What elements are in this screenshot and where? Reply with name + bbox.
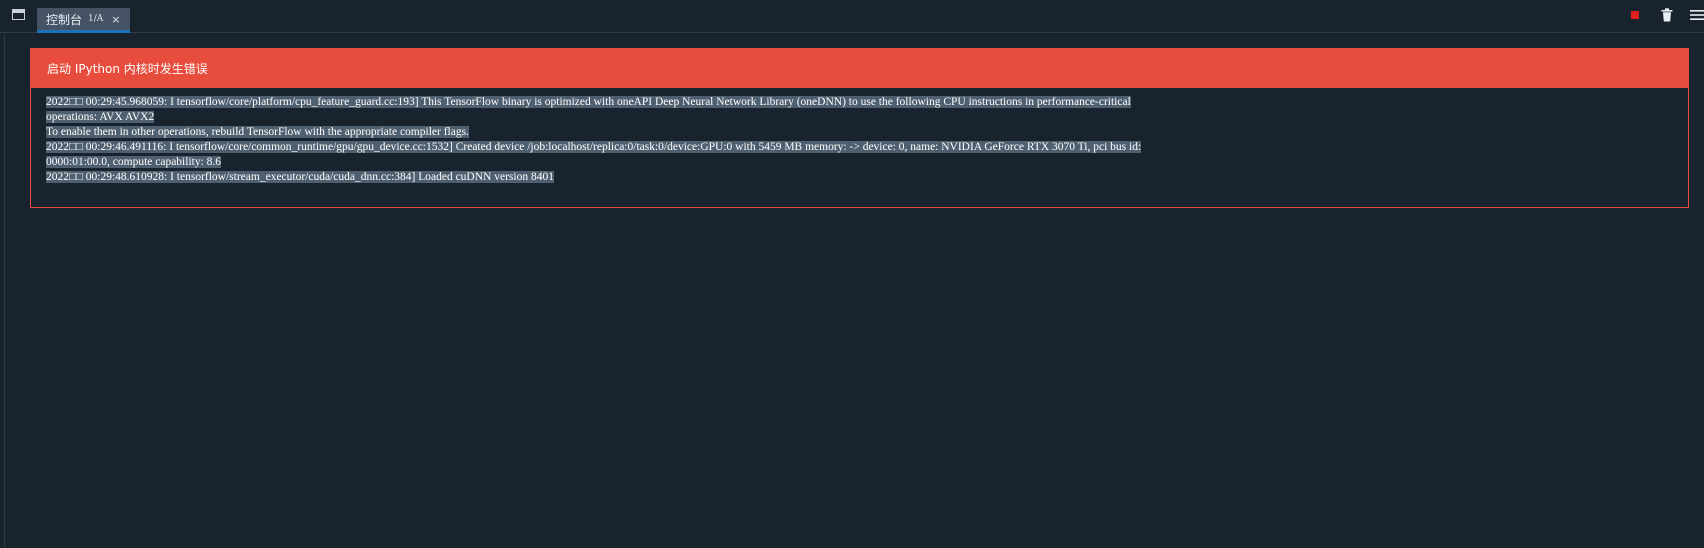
log-line-text: To enable them in other operations, rebu… [46,126,469,138]
log-line: 2022□□ 00:29:46.491116: I tensorflow/cor… [46,140,1688,155]
log-line: 2022□□ 00:29:48.610928: I tensorflow/str… [46,170,1688,185]
error-title: 启动 IPython 内核时发生错误 [31,49,1688,88]
log-line: To enable them in other operations, rebu… [46,125,1688,140]
error-log[interactable]: 2022□□ 00:29:45.968059: I tensorflow/cor… [31,88,1688,185]
pane-border [4,34,5,548]
tab-console[interactable]: 控制台 1/A × [37,8,130,33]
log-line: 0000:01:00.0, compute capability: 8.6 [46,155,1688,170]
log-line: 2022□□ 00:29:45.968059: I tensorflow/cor… [46,95,1688,110]
log-line-text: 2022□□ 00:29:46.491116: I tensorflow/cor… [46,141,1142,153]
hamburger-menu-icon[interactable] [1690,8,1704,22]
console-toolbar: 控制台 1/A × [0,0,1704,33]
close-icon[interactable]: × [111,13,120,26]
log-line-text: 2022□□ 00:29:48.610928: I tensorflow/str… [46,171,554,183]
stop-icon[interactable] [1631,11,1639,19]
log-line-text: 0000:01:00.0, compute capability: 8.6 [46,156,222,168]
log-line: operations: AVX AVX2 [46,110,1688,125]
trash-icon[interactable] [1661,8,1673,22]
log-line-text: 2022□□ 00:29:45.968059: I tensorflow/cor… [46,96,1131,108]
tab-label: 控制台 [46,12,83,27]
error-panel: 启动 IPython 内核时发生错误 2022□□ 00:29:45.96805… [30,48,1689,208]
tab-count: 1/A [88,14,104,24]
log-line-text: operations: AVX AVX2 [46,111,155,123]
window-pane-icon[interactable] [12,9,25,20]
